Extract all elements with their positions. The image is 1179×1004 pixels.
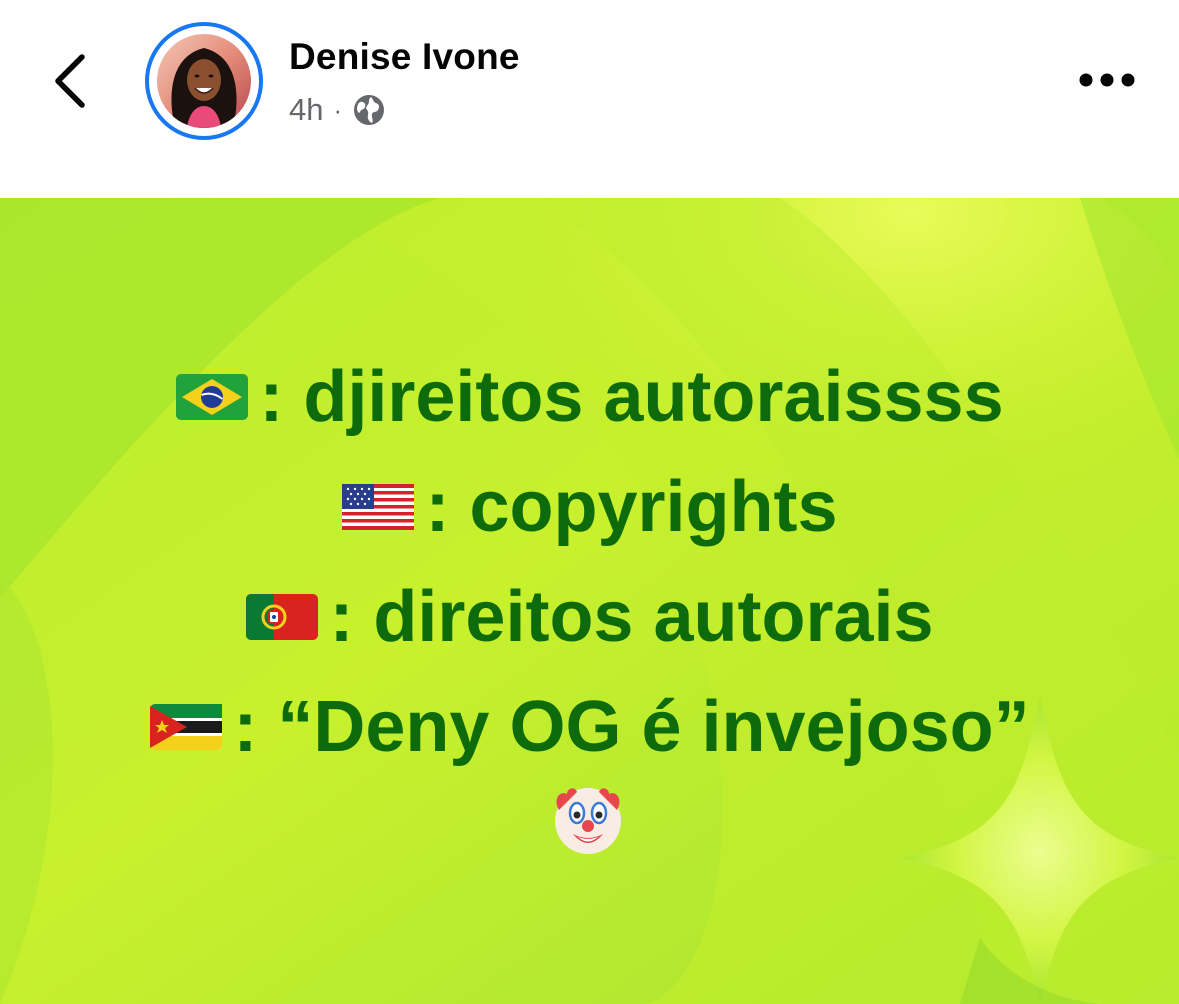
brazil-flag-icon <box>176 374 249 420</box>
more-dots-icon <box>1079 73 1135 87</box>
post-content: : djireitos autoraissss: copyrights: d… <box>0 198 1179 1004</box>
clown-face-icon <box>555 788 621 854</box>
post-line-text: : “Deny OG é invejoso” <box>233 687 1030 767</box>
post-header: Denise Ivone 4h · <box>0 0 1179 198</box>
avatar-photo <box>157 34 251 128</box>
post-line-text: : direitos autorais <box>329 577 934 657</box>
mozambique-flag-icon <box>150 704 223 750</box>
avatar[interactable] <box>145 22 263 140</box>
chevron-left-icon <box>55 54 85 108</box>
post-text: : djireitos autoraissss: copyrights: d… <box>0 198 1179 1004</box>
more-options-button[interactable] <box>1075 62 1139 98</box>
post-meta: 4h · <box>289 92 386 128</box>
post-line-usa: : copyrights <box>0 466 1179 548</box>
post-line-portugal: : direitos autorais <box>0 576 1179 658</box>
portugal-flag-icon <box>246 594 319 640</box>
author-name[interactable]: Denise Ivone <box>289 36 520 78</box>
globe-icon[interactable] <box>352 93 386 127</box>
post-view: Denise Ivone 4h ·: djireitos autoraisss… <box>0 0 1179 1004</box>
post-line-text: : djireitos autoraissss <box>259 357 1004 437</box>
post-time[interactable]: 4h <box>289 92 323 128</box>
usa-flag-icon <box>342 484 415 530</box>
back-button[interactable] <box>40 45 100 117</box>
post-line-brazil: : djireitos autoraissss <box>0 356 1179 438</box>
post-line-text: : copyrights <box>425 467 838 547</box>
meta-separator: · <box>333 94 343 125</box>
post-line-mozambique: : “Deny OG é invejoso” <box>0 686 1179 768</box>
